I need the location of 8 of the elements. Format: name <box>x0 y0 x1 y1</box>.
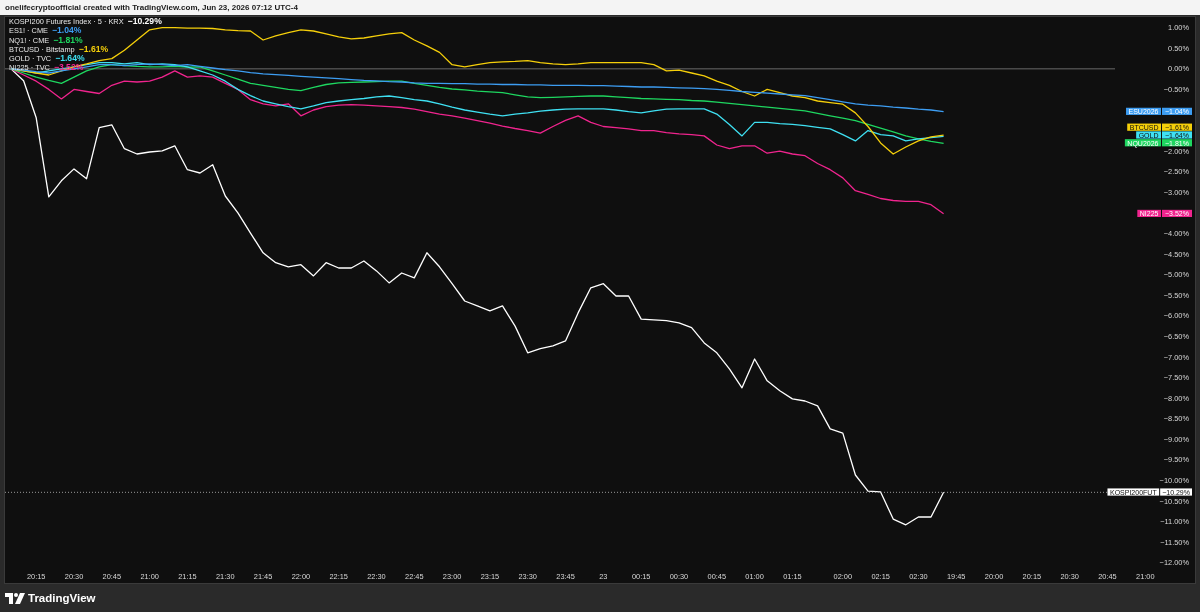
header-text: onelifecryptoofficial created with TradingView.com, Jun 23, 2026 07:12 UTC-4 <box>5 3 298 12</box>
legend-value: −1.04% <box>52 26 82 35</box>
legend-value: −1.64% <box>55 54 85 63</box>
legend-value: −1.61% <box>78 44 109 54</box>
legend-value: −1.81% <box>53 35 83 44</box>
legend-value: −10.29% <box>127 17 162 26</box>
logo-text: TradingView <box>28 592 96 604</box>
logo-icon <box>5 592 25 604</box>
